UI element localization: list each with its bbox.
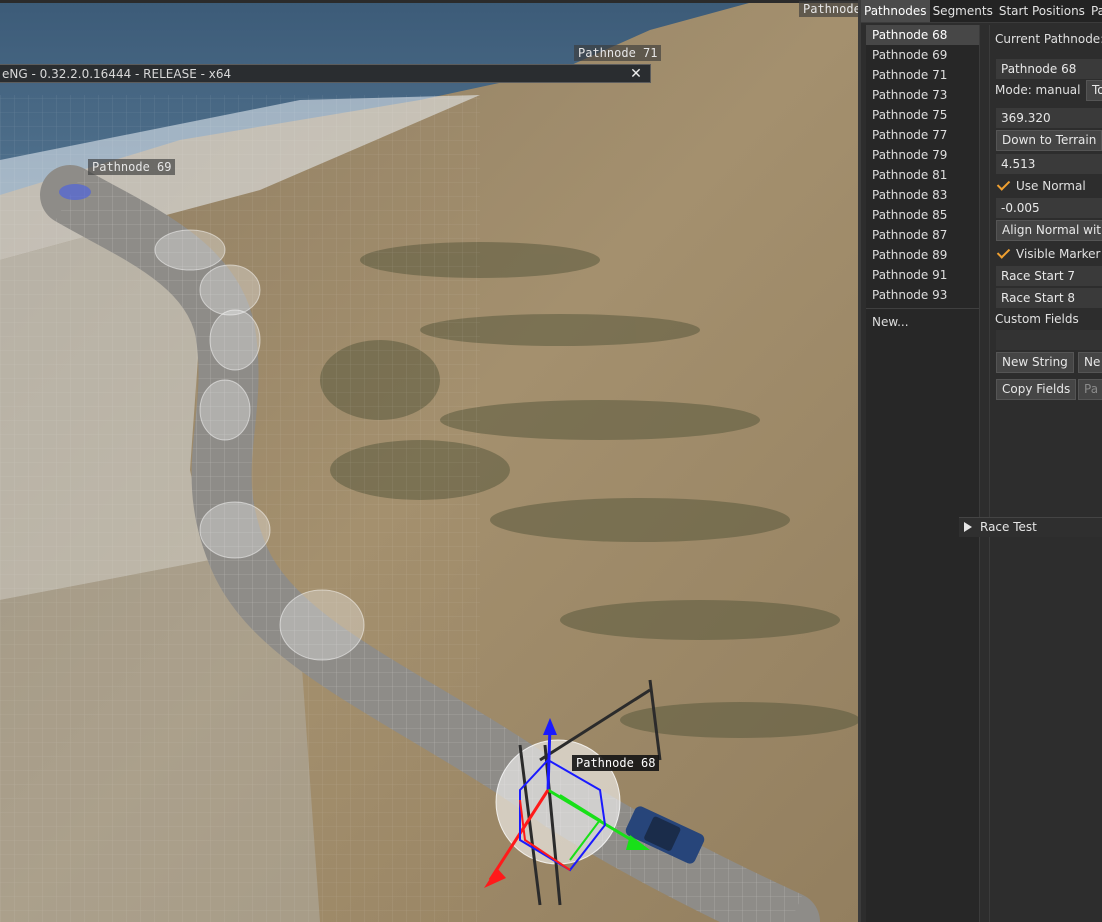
pathnode-label-68: Pathnode 68 (572, 755, 660, 771)
pathnode-label-top: Pathnode (799, 1, 858, 17)
copy-fields-button[interactable]: Copy Fields (996, 379, 1077, 400)
pathnode-list: Pathnode 68 Pathnode 69 Pathnode 71 Path… (866, 25, 980, 922)
tab-segments[interactable]: Segments (930, 0, 996, 22)
tab-pac[interactable]: Pac (1088, 0, 1102, 22)
pathnode-name-field[interactable]: Pathnode 68 (996, 59, 1102, 79)
mode-toggle-button[interactable]: To (1086, 80, 1102, 101)
list-item[interactable]: Pathnode 75 (866, 105, 979, 125)
close-icon[interactable]: ✕ (628, 65, 644, 83)
list-item[interactable]: Pathnode 77 (866, 125, 979, 145)
pathnode-label-71: Pathnode 71 (574, 45, 662, 61)
list-item[interactable]: Pathnode 81 (866, 165, 979, 185)
triangle-right-icon (964, 522, 972, 532)
value-field-3[interactable]: -0.005 (996, 198, 1102, 218)
list-item[interactable]: Pathnode 73 (866, 85, 979, 105)
race-test-collapsible[interactable]: Race Test (959, 517, 1102, 537)
list-item[interactable]: Pathnode 71 (866, 65, 979, 85)
list-item[interactable]: Pathnode 91 (866, 265, 979, 285)
visible-marker-checkbox[interactable]: Visible Marker (996, 244, 1101, 264)
custom-fields-label: Custom Fields (995, 312, 1079, 326)
list-item[interactable]: Pathnode 85 (866, 205, 979, 225)
tab-start-positions[interactable]: Start Positions (996, 0, 1088, 22)
use-normal-label: Use Normal (1016, 179, 1086, 193)
new-other-button[interactable]: Ne (1078, 352, 1102, 373)
race-editor-panel: Pathnodes Segments Start Positions Pac P… (858, 0, 1102, 922)
tab-pathnodes[interactable]: Pathnodes (861, 0, 930, 22)
list-item[interactable]: Pathnode 83 (866, 185, 979, 205)
checkmark-icon (996, 246, 1010, 260)
race-start-8-field[interactable]: Race Start 8 (996, 288, 1102, 308)
list-item[interactable]: Pathnode 69 (866, 45, 979, 65)
list-item[interactable]: Pathnode 79 (866, 145, 979, 165)
new-pathnode-item[interactable]: New... (866, 312, 979, 332)
new-string-button[interactable]: New String (996, 352, 1074, 373)
down-to-terrain-button[interactable]: Down to Terrain (996, 130, 1102, 151)
pathnode-detail: Current Pathnode: # Pathnode 68 Mode: ma… (989, 25, 1102, 922)
visible-marker-label: Visible Marker (1016, 247, 1101, 261)
3d-viewport[interactable]: Pathnode Pathnode 71 Pathnode 69 Pathnod… (0, 0, 858, 922)
race-test-label: Race Test (980, 520, 1037, 534)
window-title: eNG - 0.32.2.0.16444 - RELEASE - x64 (2, 67, 232, 81)
checkmark-icon (996, 178, 1010, 192)
align-normal-button[interactable]: Align Normal with (996, 220, 1102, 241)
list-item[interactable]: Pathnode 93 (866, 285, 979, 305)
pathnode-label-69: Pathnode 69 (88, 159, 176, 175)
use-normal-checkbox[interactable]: Use Normal (996, 176, 1086, 196)
terrain-scene (0, 0, 858, 922)
list-item[interactable]: Pathnode 87 (866, 225, 979, 245)
radius-field[interactable]: 369.320 (996, 108, 1102, 128)
custom-fields-area (996, 330, 1102, 350)
race-start-7-field[interactable]: Race Start 7 (996, 266, 1102, 286)
value-field-2[interactable]: 4.513 (996, 154, 1102, 174)
mode-label: Mode: manual (995, 83, 1081, 97)
list-item[interactable]: Pathnode 89 (866, 245, 979, 265)
list-divider (866, 308, 979, 309)
list-item[interactable]: Pathnode 68 (866, 25, 979, 45)
paste-fields-button[interactable]: Pa (1078, 379, 1102, 400)
current-pathnode-label: Current Pathnode: # (995, 32, 1102, 46)
editor-tabs: Pathnodes Segments Start Positions Pac (861, 0, 1102, 23)
window-titlebar[interactable]: eNG - 0.32.2.0.16444 - RELEASE - x64 ✕ (0, 64, 651, 83)
